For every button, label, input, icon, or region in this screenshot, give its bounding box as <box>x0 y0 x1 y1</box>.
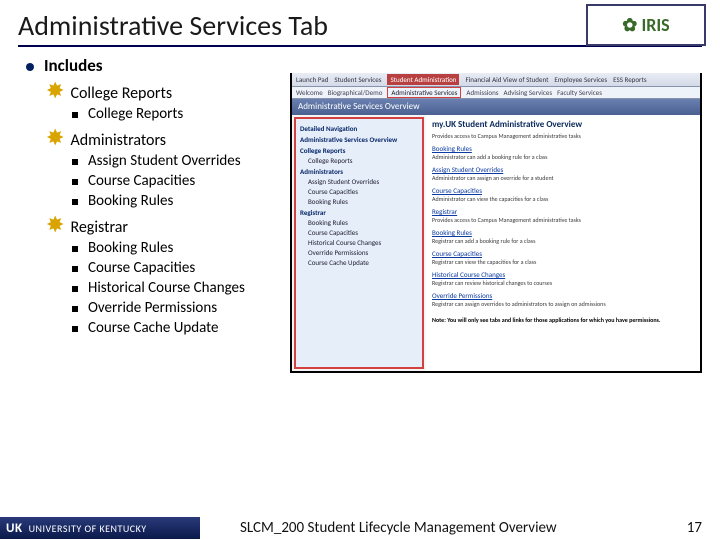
overview-link-desc: Registrar can assign overrides to admini… <box>432 300 694 308</box>
nav-group: Registrar <box>300 208 418 217</box>
slide-footer: UK UNIVERSITY OF KENTUCKY SLCM_200 Stude… <box>0 516 720 540</box>
bullet-l1: Includes <box>44 55 103 76</box>
overview-link[interactable]: Booking Rules <box>432 228 694 237</box>
nav-group: Administrative Services Overview <box>300 135 418 144</box>
nav-link[interactable]: Historical Course Changes <box>308 238 418 247</box>
nav-link[interactable]: Assign Student Overrides <box>308 177 418 186</box>
bullet-l2: Administrators <box>70 131 166 150</box>
square-bullet-icon <box>72 246 78 252</box>
overview-link-desc: Administrator can add a booking rule for… <box>432 153 694 161</box>
detailed-navigation: Detailed Navigation Administrative Servi… <box>294 117 424 369</box>
overview-link[interactable]: Registrar <box>432 207 694 216</box>
uk-logo-prefix: UK <box>6 521 23 536</box>
nav-link[interactable]: Course Cache Update <box>308 258 418 267</box>
bullet-l3: Historical Course Changes <box>88 279 245 297</box>
nav-link[interactable]: Course Capacities <box>308 228 418 237</box>
square-bullet-icon <box>72 179 78 185</box>
overview-link-desc: Administrator can view the capacities fo… <box>432 195 694 203</box>
bullet-l3: College Reports <box>88 105 183 123</box>
app-top-tabs: Launch Pad Student Services Student Admi… <box>292 73 700 87</box>
burst-icon: ✸ <box>46 214 64 236</box>
slide-number: 17 <box>670 519 720 537</box>
tab-item[interactable]: Employee Services <box>554 75 607 84</box>
bullet-dot-icon <box>26 63 34 71</box>
tab-active[interactable]: Student Administration <box>387 74 459 85</box>
nav-link[interactable]: Booking Rules <box>308 197 418 206</box>
burst-icon: ✸ <box>46 80 64 102</box>
overview-link-desc: Registrar can review historical changes … <box>432 279 694 287</box>
iris-logo-text: ✿ IRIS <box>622 14 669 36</box>
overview-link[interactable]: Historical Course Changes <box>432 270 694 279</box>
iris-logo: ✿ IRIS <box>586 4 706 46</box>
square-bullet-icon <box>72 159 78 165</box>
bullet-l3: Booking Rules <box>88 239 173 257</box>
subtab-item[interactable]: Faculty Services <box>557 88 602 97</box>
overview-link[interactable]: Course Capacities <box>432 186 694 195</box>
bullet-l3: Assign Student Overrides <box>88 152 241 170</box>
nav-group: Administrators <box>300 167 418 176</box>
nav-link[interactable]: College Reports <box>308 156 418 165</box>
square-bullet-icon <box>72 326 78 332</box>
square-bullet-icon <box>72 286 78 292</box>
tab-item[interactable]: ESS Reports <box>613 75 646 84</box>
panel-title-bar: Administrative Services Overview <box>292 99 700 115</box>
bullet-l2: Registrar <box>70 218 128 237</box>
bullet-outline: Includes ✸ College Reports College Reports… <box>26 51 286 373</box>
overview-link[interactable]: Override Permissions <box>432 291 694 300</box>
nav-group: College Reports <box>300 146 418 155</box>
tab-item[interactable]: Student Services <box>334 75 381 84</box>
overview-link[interactable]: Course Capacities <box>432 249 694 258</box>
subtab-item[interactable]: Welcome <box>296 88 323 97</box>
burst-icon: ✸ <box>46 127 64 149</box>
overview-link-desc: Provides access to Campus Management adm… <box>432 216 694 224</box>
tab-item[interactable]: Financial Aid View of Student <box>465 75 548 84</box>
subtab-item[interactable]: Biographical/Demo <box>328 88 383 97</box>
app-sub-tabs: Welcome Biographical/Demo Administrative… <box>292 87 700 99</box>
footer-course-title: SLCM_200 Student Lifecycle Management Ov… <box>200 519 670 537</box>
overview-link[interactable]: Assign Student Overrides <box>432 165 694 174</box>
nav-link[interactable]: Override Permissions <box>308 248 418 257</box>
embedded-screenshot: Launch Pad Student Services Student Admi… <box>290 73 702 373</box>
uk-logo-text: UNIVERSITY OF KENTUCKY <box>29 522 147 535</box>
uk-logo-bar: UK UNIVERSITY OF KENTUCKY <box>0 517 200 539</box>
overview-heading: my.UK Student Administrative Overview <box>432 119 694 130</box>
square-bullet-icon <box>72 112 78 118</box>
nav-header: Detailed Navigation <box>300 124 418 133</box>
overview-link-desc: Registrar can view the capacities for a … <box>432 258 694 266</box>
bullet-l2: College Reports <box>70 84 172 103</box>
subtab-item[interactable]: Advising Services <box>504 88 553 97</box>
nav-link[interactable]: Booking Rules <box>308 218 418 227</box>
bullet-l3: Course Capacities <box>88 172 195 190</box>
overview-link-desc: Administrator can assign an override for… <box>432 174 694 182</box>
bullet-l3: Course Cache Update <box>88 319 219 337</box>
overview-link-desc: Registrar can add a booking rule for a c… <box>432 237 694 245</box>
square-bullet-icon <box>72 306 78 312</box>
square-bullet-icon <box>72 199 78 205</box>
subtab-active[interactable]: Administrative Services <box>387 87 461 98</box>
bullet-l3: Booking Rules <box>88 192 173 210</box>
permissions-note: Note: You will only see tabs and links f… <box>432 316 694 324</box>
bullet-l3: Course Capacities <box>88 259 195 277</box>
subtab-item[interactable]: Admissions <box>466 88 498 97</box>
tab-item[interactable]: Launch Pad <box>296 75 328 84</box>
overview-panel: my.UK Student Administrative Overview Pr… <box>426 115 700 371</box>
overview-link[interactable]: Booking Rules <box>432 144 694 153</box>
overview-desc: Provides access to Campus Management adm… <box>432 132 694 140</box>
nav-link[interactable]: Course Capacities <box>308 187 418 196</box>
square-bullet-icon <box>72 266 78 272</box>
bullet-l3: Override Permissions <box>88 299 217 317</box>
